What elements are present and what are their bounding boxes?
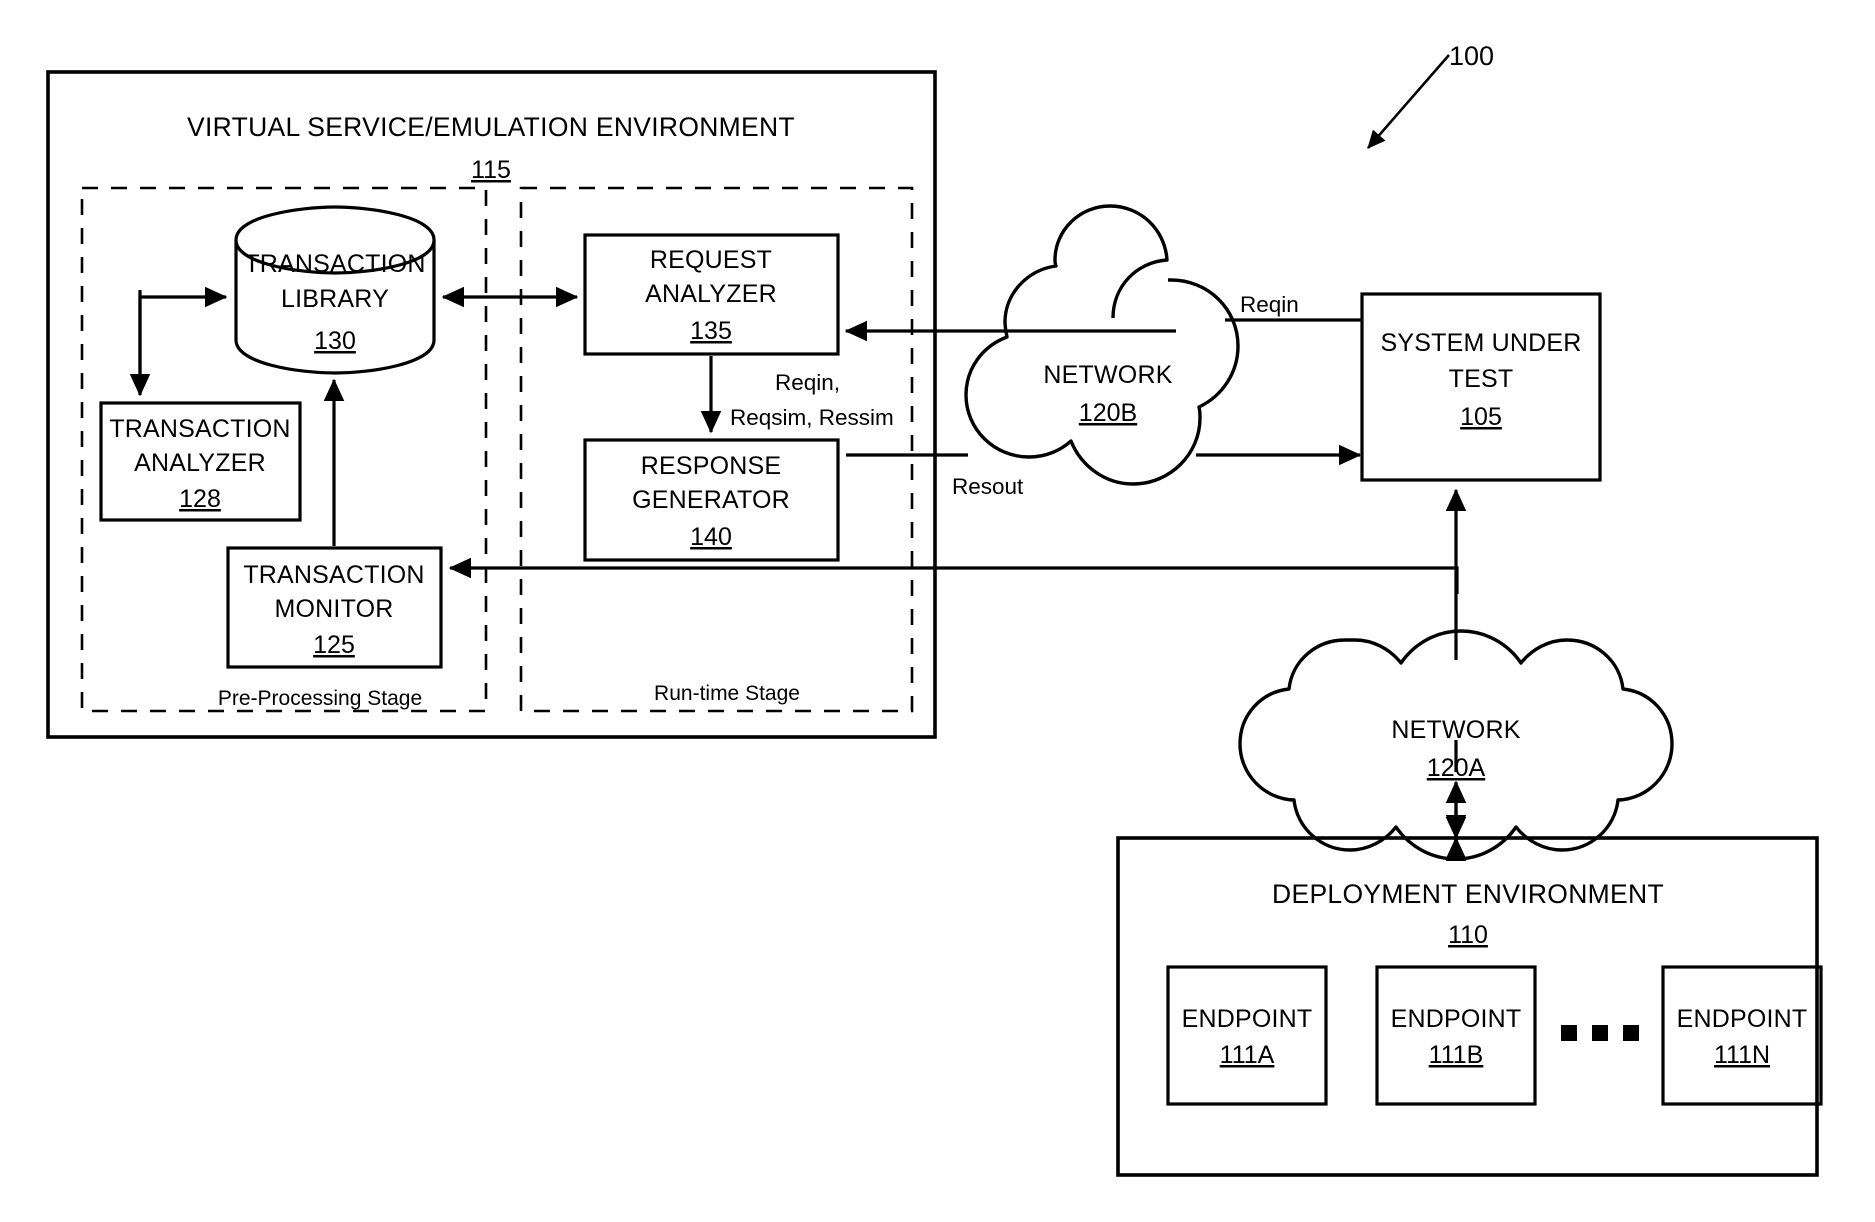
deployment-environment-title: DEPLOYMENT ENVIRONMENT	[1272, 879, 1664, 909]
endpoint-111n-label: ENDPOINT	[1677, 1005, 1808, 1033]
response-generator-line1: RESPONSE	[641, 452, 782, 480]
request-analyzer-line1: REQUEST	[650, 246, 772, 274]
endpoint-111n: ENDPOINT 111N	[1661, 965, 1823, 1106]
network-120a-label: NETWORK	[1391, 716, 1520, 744]
transaction-library-line2: LIBRARY	[281, 285, 389, 313]
virtual-environment-ref: 115	[471, 156, 511, 184]
transaction-analyzer-line1: TRANSACTION	[109, 415, 290, 443]
transaction-library-ref: 130	[314, 327, 356, 355]
flow-label-resout: Resout	[952, 474, 1024, 499]
flow-label-analyzer-out-line2: Reqsim, Ressim	[730, 405, 894, 430]
transaction-library: TRANSACTION LIBRARY 130	[234, 205, 436, 375]
endpoint-111b: ENDPOINT 111B	[1375, 965, 1537, 1106]
network-120b: NETWORK 120B	[964, 204, 1240, 486]
request-analyzer: REQUEST ANALYZER 135	[583, 233, 840, 356]
network-120b-label: NETWORK	[1043, 361, 1172, 389]
transaction-monitor-line2: MONITOR	[275, 595, 394, 623]
transaction-monitor-ref: 125	[313, 631, 355, 659]
system-under-test-ref: 105	[1460, 403, 1502, 431]
transaction-monitor-line1: TRANSACTION	[243, 561, 424, 589]
response-generator-ref: 140	[690, 523, 732, 551]
figure-lead: 100	[1367, 41, 1494, 149]
endpoint-111b-label: ENDPOINT	[1391, 1005, 1522, 1033]
response-generator: RESPONSE GENERATOR 140	[583, 438, 840, 562]
system-under-test-line1: SYSTEM UNDER	[1380, 329, 1581, 357]
transaction-analyzer: TRANSACTION ANALYZER 128	[99, 401, 302, 522]
connector-network120a-transaction-monitor	[448, 557, 1459, 594]
transaction-library-line1: TRANSACTION	[244, 250, 425, 278]
system-under-test-line2: TEST	[1449, 365, 1514, 393]
request-analyzer-ref: 135	[690, 317, 732, 345]
virtual-environment-title: VIRTUAL SERVICE/EMULATION ENVIRONMENT	[187, 112, 795, 142]
transaction-analyzer-ref: 128	[179, 485, 221, 513]
endpoint-111b-ref: 111B	[1429, 1041, 1484, 1069]
transaction-analyzer-line2: ANALYZER	[134, 449, 266, 477]
patent-figure: 100 VIRTUAL SERVICE/EMULATION ENVIRONMEN…	[0, 0, 1875, 1222]
request-analyzer-line2: ANALYZER	[645, 280, 777, 308]
endpoint-111a: ENDPOINT 111A	[1166, 965, 1328, 1106]
response-generator-line2: GENERATOR	[632, 486, 790, 514]
system-under-test: SYSTEM UNDER TEST 105	[1360, 292, 1602, 482]
runtime-stage-label: Run-time Stage	[654, 682, 800, 705]
endpoint-111a-ref: 111A	[1220, 1041, 1275, 1069]
endpoint-111a-label: ENDPOINT	[1182, 1005, 1313, 1033]
connector-library-analyzer	[129, 286, 228, 397]
flow-label-reqin: Reqin	[1240, 292, 1299, 317]
transaction-monitor: TRANSACTION MONITOR 125	[226, 546, 443, 669]
endpoint-111n-ref: 111N	[1714, 1041, 1770, 1069]
pre-processing-stage-label: Pre-Processing Stage	[218, 687, 422, 710]
deployment-environment: DEPLOYMENT ENVIRONMENT 110 ENDPOINT 111A…	[1116, 836, 1823, 1177]
endpoint-ellipsis	[1561, 1025, 1639, 1041]
figure-number: 100	[1449, 41, 1494, 71]
deployment-environment-ref: 110	[1448, 921, 1488, 949]
network-120b-ref: 120B	[1079, 399, 1137, 427]
diagram-canvas: 100 VIRTUAL SERVICE/EMULATION ENVIRONMEN…	[46, 41, 1823, 1177]
flow-label-analyzer-out-line1: Reqin,	[775, 370, 840, 395]
